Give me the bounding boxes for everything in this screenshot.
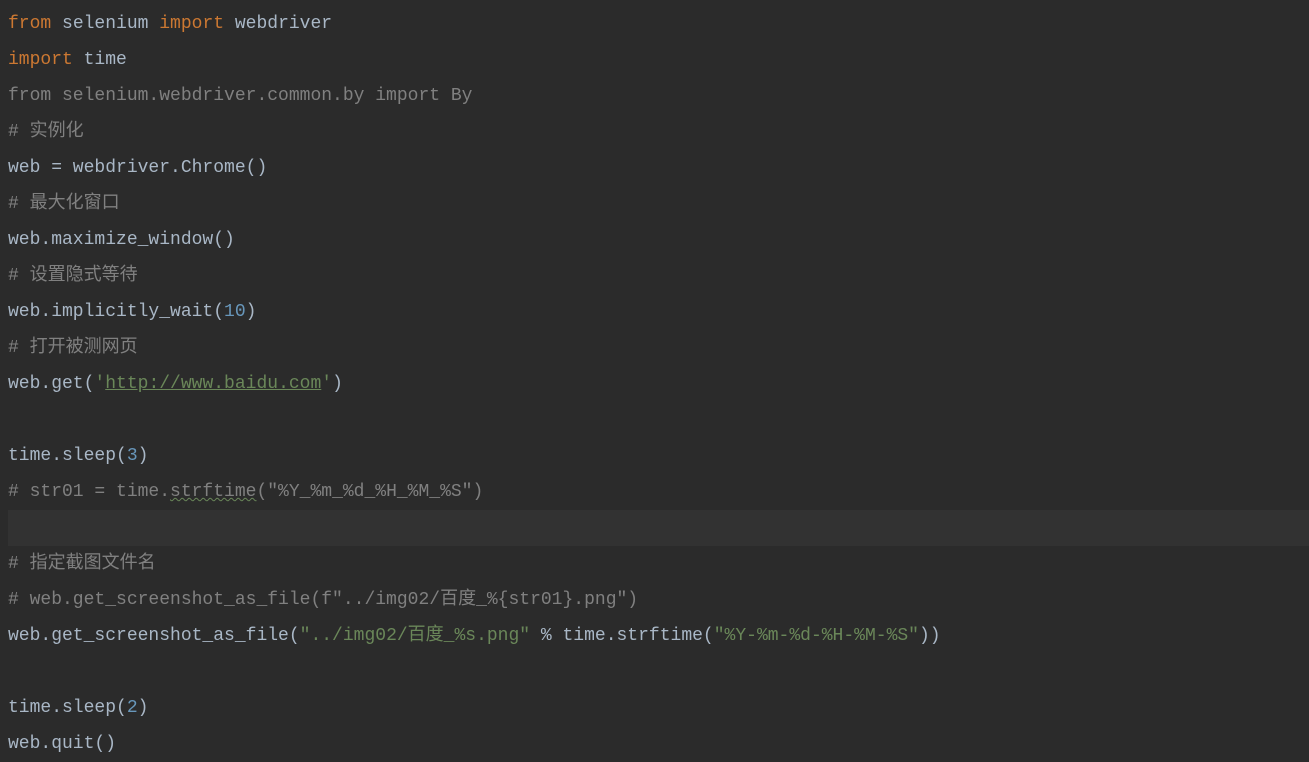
code-token: ) — [246, 302, 257, 322]
code-line[interactable]: # 指定截图文件名 — [8, 546, 1309, 582]
code-token: 10 — [224, 302, 246, 322]
code-line[interactable]: # 最大化窗口 — [8, 186, 1309, 222]
code-line[interactable]: web.implicitly_wait(10) — [8, 294, 1309, 330]
code-token: ' — [321, 374, 332, 394]
code-line[interactable]: # web.get_screenshot_as_file(f"../img02/… — [8, 582, 1309, 618]
code-token: web.quit() — [8, 734, 116, 754]
code-token: ) — [138, 446, 149, 466]
code-token: # 打开被测网页 — [8, 338, 138, 358]
code-token: web.implicitly_wait( — [8, 302, 224, 322]
code-token: from — [8, 14, 62, 34]
code-token: ' — [94, 374, 105, 394]
code-line[interactable]: web.get_screenshot_as_file("../img02/百度_… — [8, 618, 1309, 654]
code-token: web.get_screenshot_as_file( — [8, 626, 300, 646]
code-token: web = webdriver.Chrome() — [8, 158, 267, 178]
code-token: webdriver — [235, 14, 332, 34]
code-token: strftime — [170, 482, 256, 502]
code-token: 2 — [127, 698, 138, 718]
code-token: % time.strftime( — [530, 626, 714, 646]
code-line[interactable] — [8, 654, 1309, 690]
code-line[interactable]: from selenium import webdriver — [8, 6, 1309, 42]
code-token: # 设置隐式等待 — [8, 266, 138, 286]
code-token: # str01 = time. — [8, 482, 170, 502]
code-token: import — [8, 50, 84, 70]
code-token: time.sleep( — [8, 446, 127, 466]
code-token: ) — [138, 698, 149, 718]
code-token — [8, 410, 19, 430]
code-token: 3 — [127, 446, 138, 466]
code-token: import — [159, 14, 235, 34]
code-editor[interactable]: from selenium import webdriverimport tim… — [0, 0, 1309, 762]
code-line[interactable]: web.get('http://www.baidu.com') — [8, 366, 1309, 402]
code-token: # 实例化 — [8, 122, 84, 142]
code-line[interactable]: # 设置隐式等待 — [8, 258, 1309, 294]
code-line[interactable]: import time — [8, 42, 1309, 78]
code-token: time.sleep( — [8, 698, 127, 718]
code-token: selenium — [62, 14, 159, 34]
code-line[interactable]: time.sleep(2) — [8, 690, 1309, 726]
code-token: # 指定截图文件名 — [8, 554, 156, 574]
code-line[interactable]: web.maximize_window() — [8, 222, 1309, 258]
code-line[interactable]: # 打开被测网页 — [8, 330, 1309, 366]
code-token: ) — [332, 374, 343, 394]
code-line[interactable]: # str01 = time.strftime("%Y_%m_%d_%H_%M_… — [8, 474, 1309, 510]
code-token: http://www.baidu.com — [105, 374, 321, 394]
code-line[interactable] — [8, 510, 1309, 546]
code-token: web.get( — [8, 374, 94, 394]
code-line[interactable]: web = webdriver.Chrome() — [8, 150, 1309, 186]
code-line[interactable]: web.quit() — [8, 726, 1309, 762]
code-token: "%Y-%m-%d-%H-%M-%S" — [714, 626, 919, 646]
code-line[interactable]: from selenium.webdriver.common.by import… — [8, 78, 1309, 114]
code-line[interactable]: # 实例化 — [8, 114, 1309, 150]
code-token: web.maximize_window() — [8, 230, 235, 250]
code-token: ("%Y_%m_%d_%H_%M_%S") — [256, 482, 483, 502]
code-line[interactable]: time.sleep(3) — [8, 438, 1309, 474]
code-token: "../img02/百度_%s.png" — [300, 626, 530, 646]
code-token: # web.get_screenshot_as_file(f"../img02/… — [8, 590, 638, 610]
code-token — [8, 662, 19, 682]
code-token — [8, 518, 19, 538]
code-token: )) — [919, 626, 941, 646]
code-token: time — [84, 50, 127, 70]
code-token: from selenium.webdriver.common.by import… — [8, 86, 472, 106]
code-token: # 最大化窗口 — [8, 194, 120, 214]
code-line[interactable] — [8, 402, 1309, 438]
